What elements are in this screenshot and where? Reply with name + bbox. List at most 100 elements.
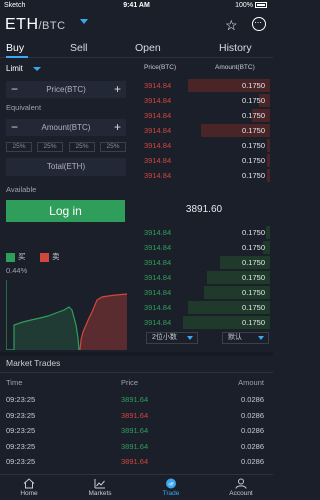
depth-buy-area xyxy=(6,280,79,350)
order-book-price-header: Price(BTC) xyxy=(144,64,177,71)
bid-row[interactable]: 3914.84 0.1750 xyxy=(138,256,270,270)
tab-history[interactable]: History xyxy=(219,42,252,54)
ask-amount: 0.1750 xyxy=(242,126,265,135)
trade-time: 09:23:25 xyxy=(6,410,36,420)
pair-selector[interactable]: ETH/BTC xyxy=(5,16,66,34)
bid-amount: 0.1750 xyxy=(242,243,265,252)
price-stepper: − Price(BTC) + xyxy=(6,81,126,98)
bid-price: 3914.84 xyxy=(144,258,172,267)
trade-row: 09:23:25 3891.64 0.0286 xyxy=(0,457,273,474)
ask-price: 3914.84 xyxy=(144,156,172,165)
pair-base: ETH xyxy=(5,16,39,33)
percent-button[interactable]: 25% xyxy=(6,142,32,152)
trade-amount: 0.0286 xyxy=(241,441,264,451)
bid-row[interactable]: 3914.84 0.1750 xyxy=(138,271,270,285)
tabbar-trade[interactable]: off Trade xyxy=(146,475,196,500)
header: ETH/BTC ☆ xyxy=(0,12,273,38)
ask-row[interactable]: 3914.84 0.1750 xyxy=(138,109,270,123)
tab-open[interactable]: Open xyxy=(135,42,161,54)
amount-input[interactable]: Amount(BTC) xyxy=(23,119,109,136)
percent-button[interactable]: 25% xyxy=(69,142,95,152)
caret-down-icon xyxy=(258,336,264,340)
ask-row[interactable]: 3914.84 0.1750 xyxy=(138,94,270,108)
more-icon[interactable] xyxy=(252,17,266,31)
price-input[interactable]: Price(BTC) xyxy=(23,81,109,98)
bid-amount: 0.1750 xyxy=(242,318,265,327)
bid-row[interactable]: 3914.84 0.1750 xyxy=(138,226,270,240)
bid-row[interactable]: 3914.84 0.1750 xyxy=(138,241,270,255)
trade-time: 09:23:25 xyxy=(6,457,36,466)
order-book-amount-header: Amount(BTC) xyxy=(215,64,255,71)
trade-amount: 0.0286 xyxy=(241,426,264,435)
bid-row[interactable]: 3914.84 0.1750 xyxy=(138,316,270,330)
ask-price: 3914.84 xyxy=(144,126,172,135)
trade-row: 09:23:25 3891.64 0.0286 xyxy=(0,442,273,459)
total-field[interactable]: Total(ETH) xyxy=(6,158,126,176)
ask-amount: 0.1750 xyxy=(242,96,265,105)
tab-buy[interactable]: Buy xyxy=(6,42,24,54)
depth-bar xyxy=(267,154,270,167)
trade-price: 3891.64 xyxy=(121,395,149,404)
legend-swatch-buy xyxy=(6,252,15,262)
price-increment-button[interactable]: + xyxy=(109,81,126,98)
ask-row[interactable]: 3914.84 0.1750 xyxy=(138,139,270,153)
active-tab-indicator xyxy=(6,56,28,58)
percent-button[interactable]: 25% xyxy=(37,142,63,152)
ask-row[interactable]: 3914.84 0.1750 xyxy=(138,154,270,168)
default-select-value: 默认 xyxy=(228,334,242,341)
trade-row: 09:23:25 3891.64 0.0286 xyxy=(0,411,273,428)
tabbar-markets[interactable]: Markets xyxy=(75,475,125,500)
ask-row[interactable]: 3914.84 0.1750 xyxy=(138,169,270,183)
pair-quote: /BTC xyxy=(38,20,66,32)
ask-row[interactable]: 3914.84 0.1750 xyxy=(138,79,270,93)
depth-change-label: 0.44% xyxy=(6,266,28,275)
depth-bar xyxy=(266,226,270,239)
bid-amount: 0.1750 xyxy=(242,228,265,237)
available-label: Available xyxy=(6,185,37,194)
tabbar-home-label: Home xyxy=(20,490,38,497)
ask-price: 3914.84 xyxy=(144,81,172,90)
decimals-select[interactable]: 2位小数 xyxy=(146,332,198,344)
ask-price: 3914.84 xyxy=(144,96,172,105)
divider xyxy=(0,372,273,373)
time-header: Time xyxy=(6,378,23,387)
decimals-select-value: 2位小数 xyxy=(152,334,177,341)
tabbar-home[interactable]: Home xyxy=(4,475,54,500)
bid-row[interactable]: 3914.84 0.1750 xyxy=(138,286,270,300)
battery-icon xyxy=(255,2,267,9)
order-type-select[interactable]: Limit xyxy=(6,64,23,73)
bid-amount: 0.1750 xyxy=(242,303,265,312)
percent-buttons: 25% 25% 25% 25% xyxy=(6,142,126,152)
trade-amount: 0.0286 xyxy=(241,410,264,420)
price-header: Price xyxy=(121,378,139,387)
caret-down-icon[interactable] xyxy=(80,19,88,24)
amount-increment-button[interactable]: + xyxy=(109,119,126,136)
home-icon xyxy=(23,478,35,489)
ask-amount: 0.1750 xyxy=(242,156,265,165)
tab-sell[interactable]: Sell xyxy=(70,42,88,54)
ask-amount: 0.1750 xyxy=(242,141,265,150)
tabbar-account[interactable]: Account xyxy=(216,475,266,500)
ask-row[interactable]: 3914.84 0.1750 xyxy=(138,124,270,138)
bid-amount: 0.1750 xyxy=(242,258,265,267)
login-button[interactable]: Log in xyxy=(6,200,125,222)
star-icon[interactable]: ☆ xyxy=(225,17,238,34)
price-decrement-button[interactable]: − xyxy=(6,81,23,98)
bid-row[interactable]: 3914.84 0.1750 xyxy=(138,301,270,315)
section-divider xyxy=(0,352,273,356)
percent-button[interactable]: 25% xyxy=(100,142,126,152)
ask-amount: 0.1750 xyxy=(242,81,265,90)
default-select[interactable]: 默认 xyxy=(222,332,269,344)
mid-price: 3891.60 xyxy=(185,204,223,215)
amount-header: Amount xyxy=(238,378,264,387)
amount-decrement-button[interactable]: − xyxy=(6,119,23,136)
status-bar: Sketch 9:41 AM 100% xyxy=(0,0,273,12)
equivalent-label: Equivalent xyxy=(6,103,42,112)
battery-status: 100% xyxy=(235,2,267,9)
ask-price: 3914.84 xyxy=(144,111,172,120)
caret-down-icon[interactable] xyxy=(33,67,41,71)
depth-chart xyxy=(6,280,127,350)
bid-price: 3914.84 xyxy=(144,228,172,237)
trade-amount: 0.0286 xyxy=(241,457,264,466)
ask-price: 3914.84 xyxy=(144,141,172,150)
